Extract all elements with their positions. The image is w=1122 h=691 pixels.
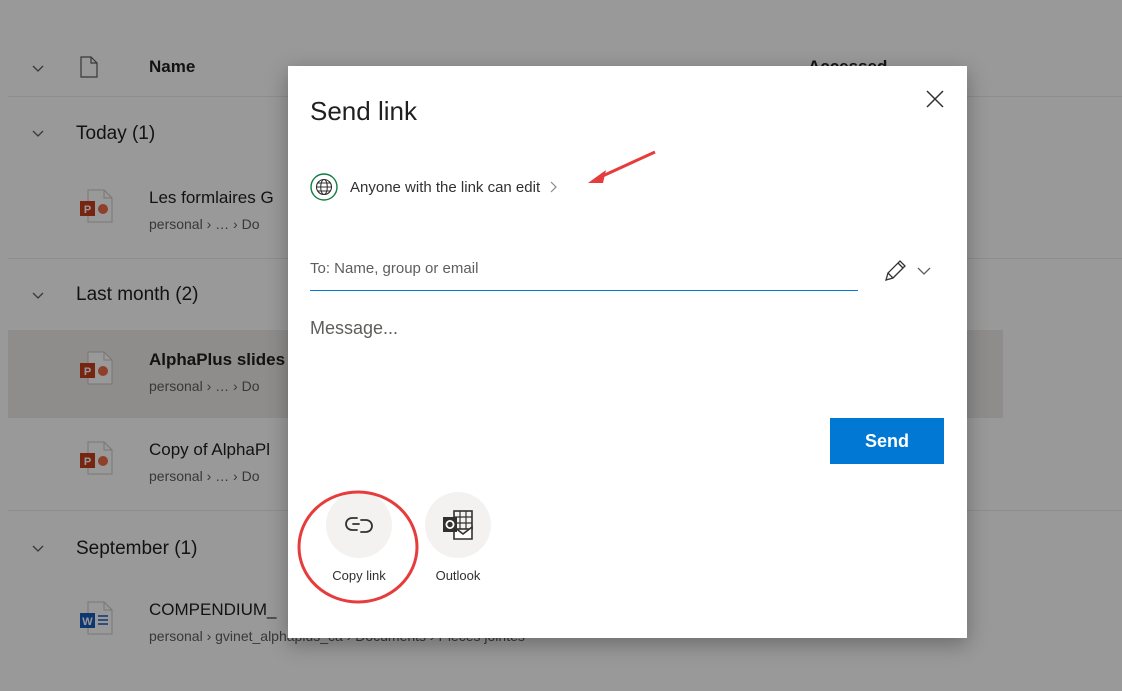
message-field[interactable]: Message... <box>310 318 398 339</box>
outlook-circle[interactable] <box>425 492 491 558</box>
outlook-icon <box>443 510 473 540</box>
copy-link-label: Copy link <box>332 568 386 583</box>
recipient-field[interactable] <box>310 250 858 291</box>
outlook-label: Outlook <box>435 568 481 583</box>
copy-link-circle[interactable] <box>326 492 392 558</box>
chevron-down-icon[interactable] <box>916 264 932 278</box>
link-settings-button[interactable]: Anyone with the link can edit <box>310 172 560 202</box>
close-icon[interactable] <box>924 88 946 110</box>
dialog-title: Send link <box>310 96 417 126</box>
outlook-button[interactable]: Outlook <box>422 492 494 583</box>
send-link-dialog: Send link Anyone with the link can edit … <box>288 66 967 638</box>
send-button[interactable]: Send <box>830 418 944 464</box>
globe-icon <box>310 173 338 201</box>
link-icon <box>345 517 373 533</box>
permission-text: Anyone with the link can edit <box>350 178 541 196</box>
pencil-icon[interactable] <box>882 258 908 284</box>
chevron-right-icon <box>550 181 557 193</box>
recipient-input[interactable] <box>310 250 850 286</box>
copy-link-button[interactable]: Copy link <box>323 492 395 583</box>
